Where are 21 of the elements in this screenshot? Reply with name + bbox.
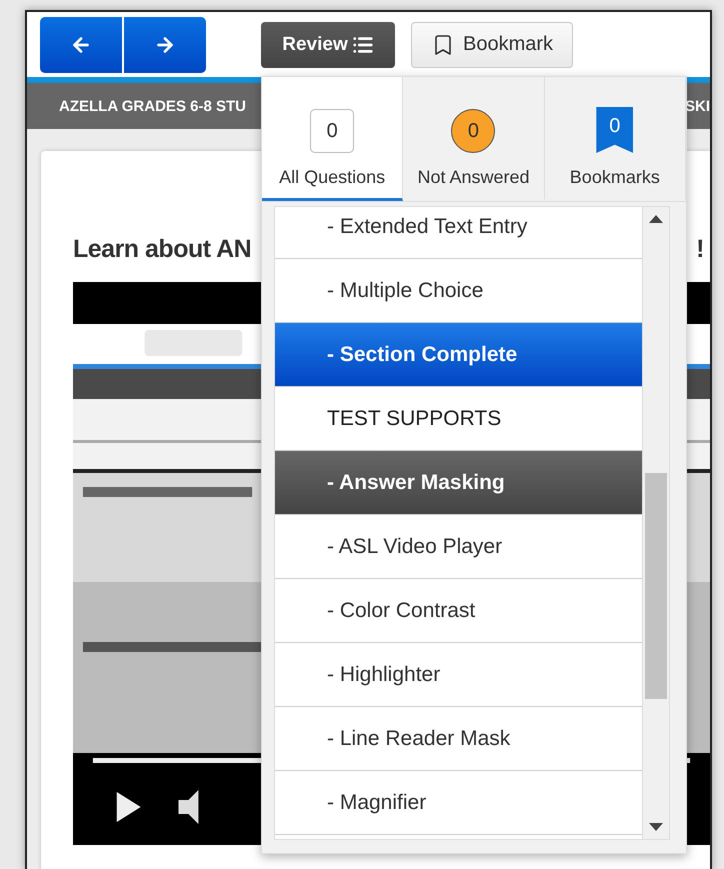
- question-item[interactable]: - Section Complete: [275, 323, 642, 387]
- back-button[interactable]: [40, 16, 122, 72]
- count-badge: 0: [310, 109, 354, 153]
- bookmark-button[interactable]: Bookmark: [411, 22, 573, 68]
- heading-end: !: [696, 235, 704, 264]
- count-badge: 0: [451, 109, 496, 153]
- review-tab[interactable]: 0 Bookmarks: [544, 77, 686, 201]
- review-button[interactable]: Review: [261, 22, 395, 68]
- scroll-down-icon[interactable]: [649, 823, 663, 831]
- forward-button[interactable]: [124, 16, 206, 72]
- tab-label: All Questions: [279, 167, 386, 188]
- scroll-up-icon[interactable]: [649, 215, 663, 223]
- question-item[interactable]: - Answer Masking: [275, 451, 642, 515]
- test-title: AZELLA GRADES 6-8 STU: [59, 98, 246, 114]
- bookmark-count-badge: 0: [596, 107, 634, 153]
- review-tab[interactable]: 0 Not Answered: [403, 77, 545, 201]
- review-tab[interactable]: 0 All Questions: [262, 77, 404, 201]
- tab-label: Not Answered: [417, 167, 530, 188]
- page-heading: Learn about AN: [73, 235, 252, 264]
- tab-label: Bookmarks: [570, 167, 660, 188]
- scrollbar[interactable]: [642, 207, 669, 839]
